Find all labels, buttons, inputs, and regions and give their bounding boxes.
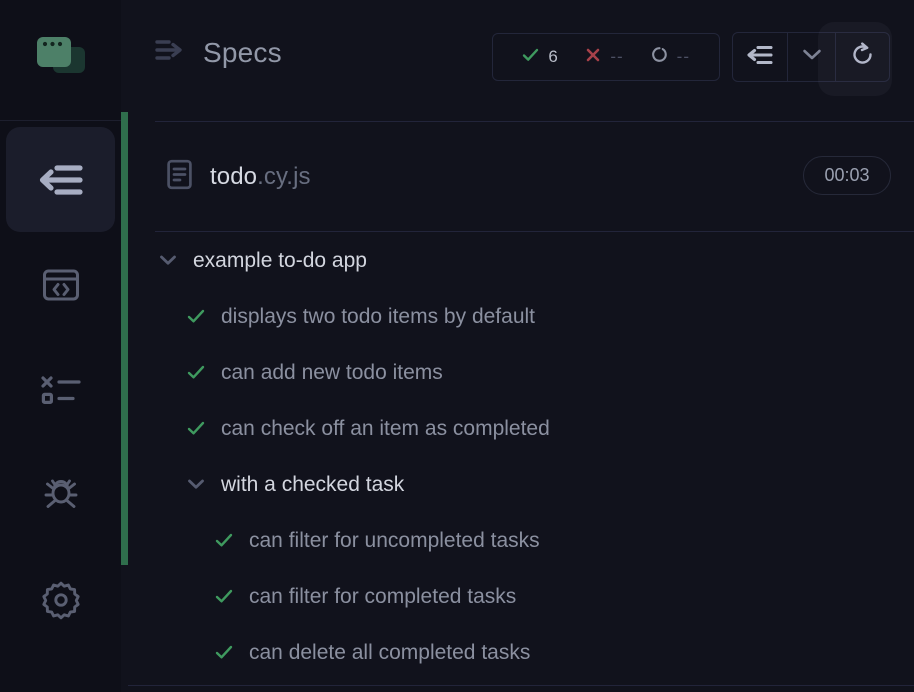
gear-icon [41,580,81,620]
spec-file-row[interactable]: todo.cy.js 00:03 [155,122,914,231]
test-case-row[interactable]: can add new todo items [121,344,914,400]
test-case-label: can add new todo items [221,360,443,384]
header-controls: 6 -- -- [492,32,890,82]
check-icon [181,309,211,324]
file-lines-icon [166,159,193,195]
test-case-row[interactable]: can delete all completed tasks [121,624,914,680]
refresh-icon [850,42,875,72]
check-icon [209,645,239,660]
spec-file-extension: .cy.js [257,162,311,190]
test-suite-label: with a checked task [221,472,405,496]
more-options-button[interactable] [787,33,835,81]
page-title: Specs [203,36,282,68]
spec-file-name-group: todo.cy.js [166,159,311,195]
stat-failed: -- [574,47,634,68]
test-stats-box: 6 -- -- [492,33,720,81]
check-icon [522,48,539,67]
test-case-row[interactable]: can filter for completed tasks [121,568,914,624]
stat-failed-value: -- [610,47,624,66]
rerun-button[interactable] [835,33,889,81]
sidebar-item-debug[interactable] [6,337,115,442]
left-sidebar [0,0,121,692]
x-icon [585,47,601,68]
test-tree: example to-do app displays two todo items… [121,232,914,685]
sidebar-item-settings[interactable] [6,547,115,652]
arrow-left-lines-icon [38,162,84,198]
specs-header: Specs 6 -- -- [121,0,914,122]
cypress-app-window: Specs 6 -- -- todo.cy.js 00:03 example t… [0,0,914,692]
stat-pending: -- [640,46,701,68]
test-suite-row[interactable]: with a checked task [121,456,914,512]
stat-pending-value: -- [676,47,690,66]
test-case-row[interactable]: can check off an item as completed [121,400,914,456]
sidebar-nav [0,127,121,652]
test-case-label: can filter for completed tasks [249,584,517,608]
collapse-specs-button[interactable] [733,33,787,81]
sidebar-item-bug[interactable] [6,442,115,547]
spec-duration-badge: 00:03 [803,156,891,195]
circle-dashed-icon [651,46,668,68]
bottom-divider [128,685,914,686]
check-icon [209,533,239,548]
arrow-left-lines-icon [746,44,774,71]
check-icon [181,421,211,436]
app-logo[interactable] [0,0,121,120]
arrow-right-lines-icon[interactable] [155,38,185,67]
chevron-down-icon [802,48,822,66]
check-icon [181,365,211,380]
test-case-label: can filter for uncompleted tasks [249,528,540,552]
test-case-label: can delete all completed tasks [249,640,531,664]
spec-file-name: todo.cy.js [210,163,311,191]
test-suite-row[interactable]: example to-do app [121,232,914,288]
test-case-row[interactable]: can filter for uncompleted tasks [121,512,914,568]
stat-passed: 6 [511,47,569,67]
spec-file-basename: todo [210,162,258,190]
test-case-label: can check off an item as completed [221,416,550,440]
main-panel: Specs 6 -- -- todo.cy.js 00:03 example t… [121,0,914,692]
test-suite-label: example to-do app [193,248,367,272]
chevron-down-icon[interactable] [153,254,183,266]
check-icon [209,589,239,604]
test-results-list-icon [40,375,82,405]
test-case-row[interactable]: displays two todo items by default [121,288,914,344]
stat-passed-value: 6 [548,47,558,66]
sidebar-item-specs[interactable] [6,127,115,232]
cypress-specs-logo-icon [35,35,87,86]
bug-icon [41,475,81,515]
header-button-group [732,32,890,82]
sidebar-divider [0,120,121,121]
header-title-group: Specs [155,38,282,67]
sidebar-item-runs[interactable] [6,232,115,337]
test-case-label: displays two todo items by default [221,304,535,328]
browser-code-icon [42,268,80,302]
chevron-down-icon[interactable] [181,478,211,490]
